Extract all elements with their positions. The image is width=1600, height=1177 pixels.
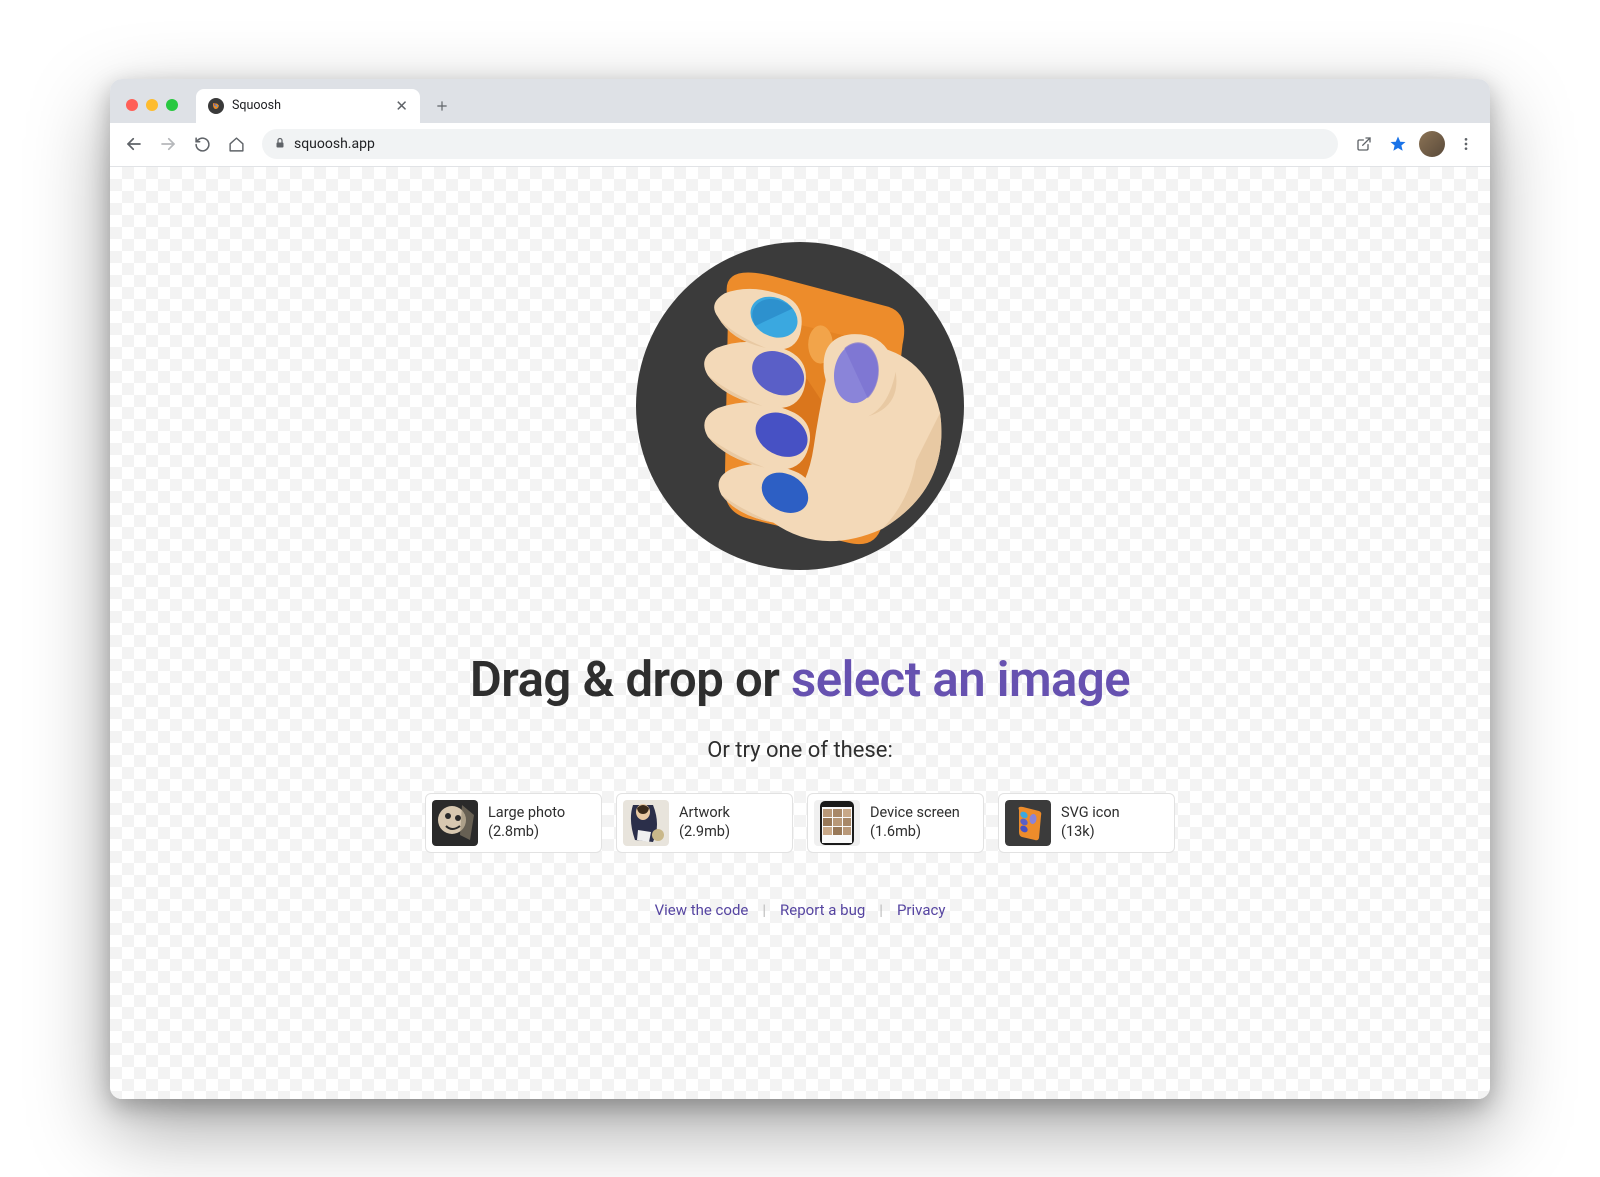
sample-svg-icon[interactable]: SVG icon (13k) xyxy=(998,793,1175,853)
browser-window: Squoosh ✕ squoosh.app xyxy=(110,79,1490,1099)
bookmark-star-icon[interactable] xyxy=(1384,130,1412,158)
sample-artwork[interactable]: Artwork (2.9mb) xyxy=(616,793,793,853)
browser-toolbar: squoosh.app xyxy=(110,123,1490,167)
divider: | xyxy=(762,901,766,919)
tab-strip: Squoosh ✕ xyxy=(110,79,1490,123)
card-label: Device screen xyxy=(870,804,960,822)
report-bug-link[interactable]: Report a bug xyxy=(780,901,865,919)
close-window-button[interactable] xyxy=(126,99,138,111)
divider: | xyxy=(879,901,883,919)
sample-device-screen[interactable]: Device screen (1.6mb) xyxy=(807,793,984,853)
card-size: (2.9mb) xyxy=(679,823,730,841)
select-image-link[interactable]: select an image xyxy=(791,651,1130,708)
subheadline: Or try one of these: xyxy=(707,738,893,763)
new-tab-button[interactable] xyxy=(428,92,456,120)
reload-button[interactable] xyxy=(188,130,216,158)
headline: Drag & drop or select an image xyxy=(470,651,1130,708)
minimize-window-button[interactable] xyxy=(146,99,158,111)
page-content: Drag & drop or select an image Or try on… xyxy=(110,167,1490,1099)
address-bar[interactable]: squoosh.app xyxy=(262,129,1338,159)
card-label: Artwork xyxy=(679,804,730,822)
card-size: (2.8mb) xyxy=(488,823,565,841)
maximize-window-button[interactable] xyxy=(166,99,178,111)
browser-tab[interactable]: Squoosh ✕ xyxy=(196,89,420,123)
privacy-link[interactable]: Privacy xyxy=(897,901,945,919)
sample-large-photo[interactable]: Large photo (2.8mb) xyxy=(425,793,602,853)
traffic-lights xyxy=(126,99,178,111)
card-label: Large photo xyxy=(488,804,565,822)
tab-title: Squoosh xyxy=(232,98,387,113)
card-size: (1.6mb) xyxy=(870,823,960,841)
footer-links: View the code | Report a bug | Privacy xyxy=(655,901,946,919)
card-size: (13k) xyxy=(1061,823,1120,841)
home-button[interactable] xyxy=(222,130,250,158)
thumb-artwork-icon xyxy=(623,800,669,846)
thumb-svg-icon xyxy=(1005,800,1051,846)
profile-avatar[interactable] xyxy=(1418,130,1446,158)
view-code-link[interactable]: View the code xyxy=(655,901,749,919)
sample-cards: Large photo (2.8mb) Artwork (2.9mb) De xyxy=(425,793,1175,853)
menu-button[interactable] xyxy=(1452,130,1480,158)
lock-icon xyxy=(274,137,286,152)
back-button[interactable] xyxy=(120,130,148,158)
close-tab-icon[interactable]: ✕ xyxy=(395,97,408,115)
forward-button[interactable] xyxy=(154,130,182,158)
thumb-device-screen-icon xyxy=(814,800,860,846)
headline-prefix: Drag & drop or xyxy=(470,651,791,708)
squoosh-logo-icon xyxy=(595,201,1005,611)
url-text: squoosh.app xyxy=(294,136,375,152)
open-external-icon[interactable] xyxy=(1350,130,1378,158)
favicon-icon xyxy=(208,98,224,114)
card-label: SVG icon xyxy=(1061,804,1120,822)
thumb-large-photo-icon xyxy=(432,800,478,846)
